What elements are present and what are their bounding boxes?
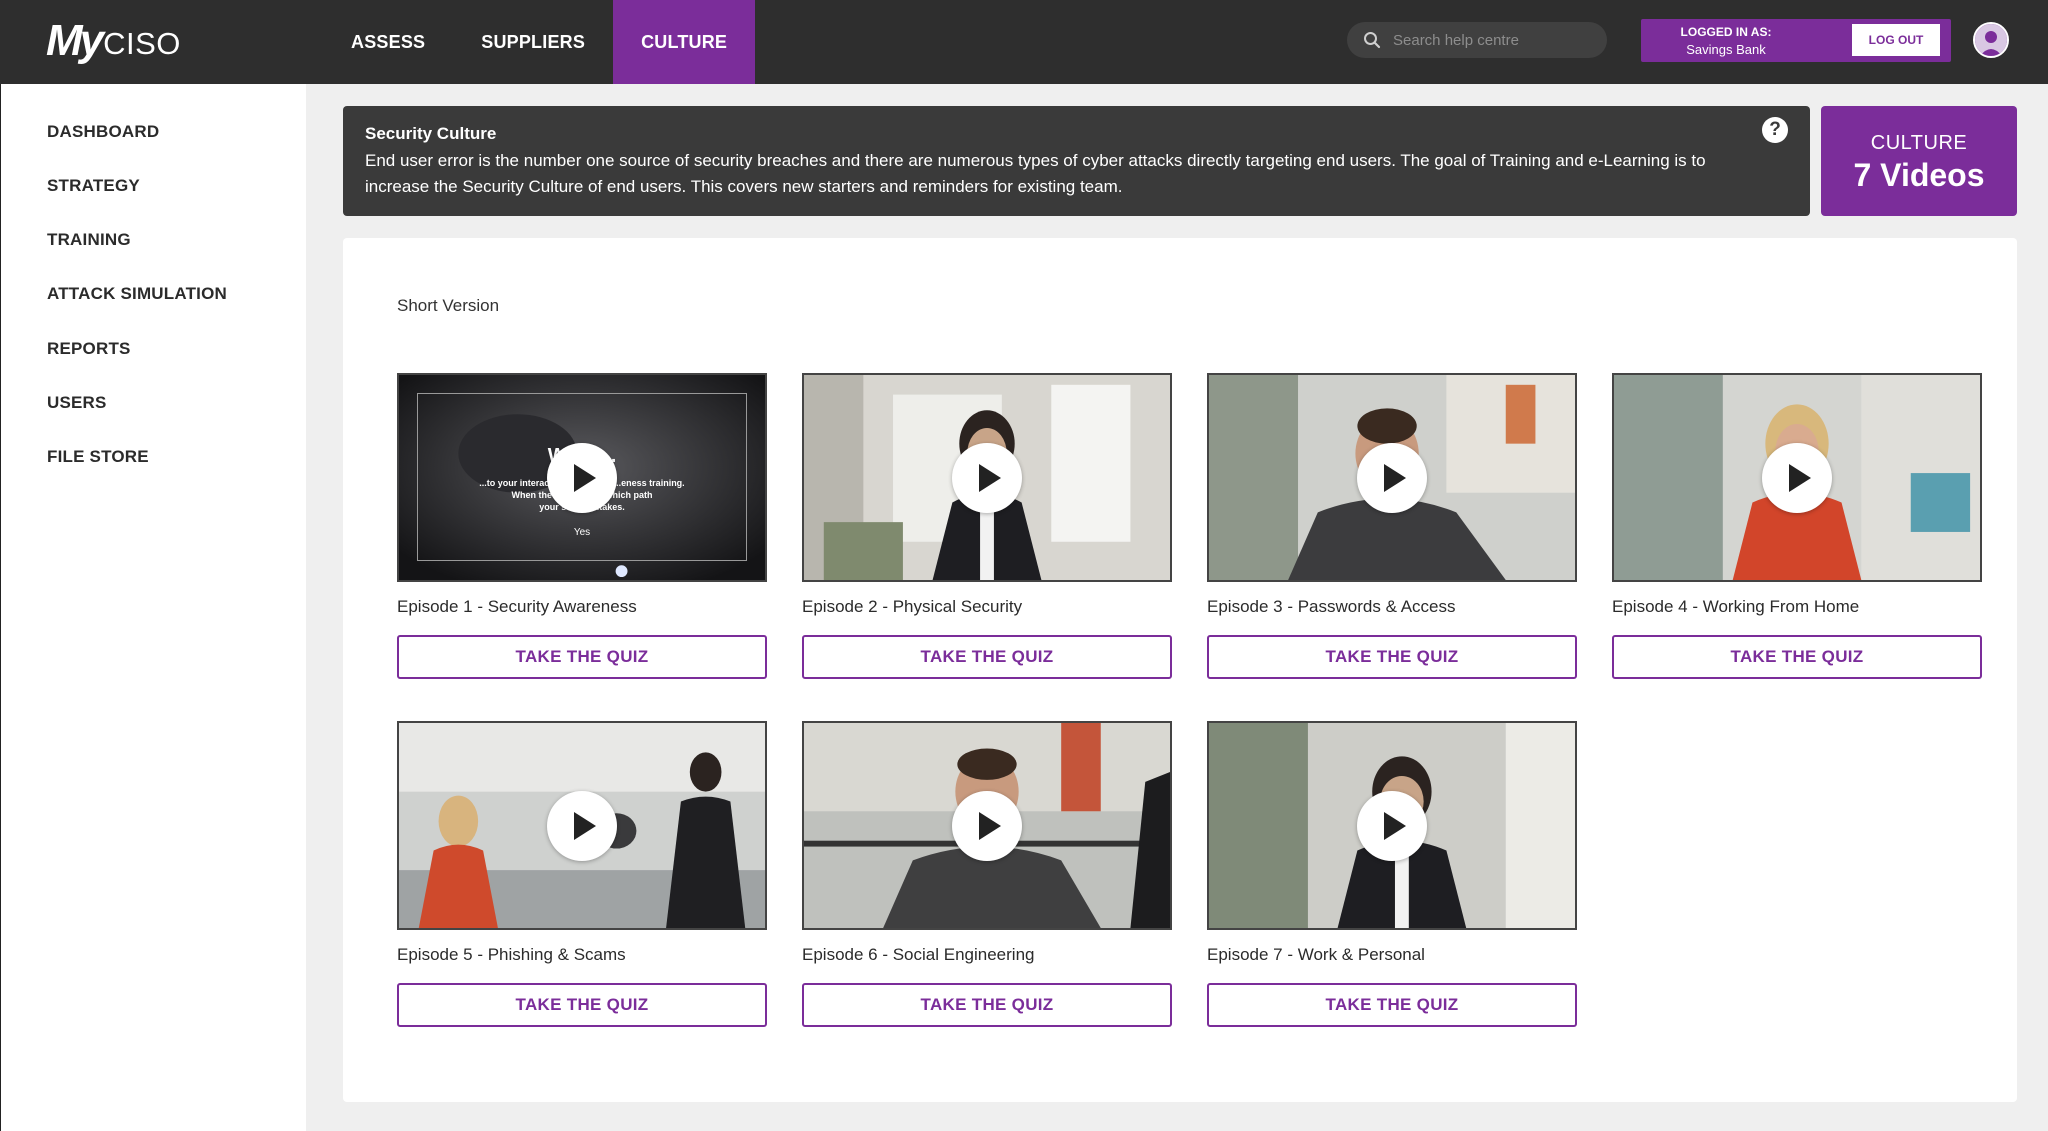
episode-title[interactable]: Episode 6 - Social Engineering <box>802 945 1172 967</box>
account-box: LOGGED IN AS: Savings Bank LOG OUT <box>1641 19 1951 62</box>
search-input[interactable] <box>1393 31 1593 49</box>
sidebar-item-reports[interactable]: REPORTS <box>47 339 131 359</box>
myciso-logo[interactable]: My CISO <box>46 16 181 65</box>
video-thumbnail[interactable] <box>802 721 1172 930</box>
user-avatar-icon <box>1975 24 2007 56</box>
avatar[interactable] <box>1973 22 2009 58</box>
top-bar: My CISO ASSESS SUPPLIERS CULTURE LOGGED … <box>0 0 2048 84</box>
play-icon[interactable] <box>547 790 617 861</box>
episode-title[interactable]: Episode 4 - Working From Home <box>1612 597 1982 619</box>
sidebar: DASHBOARD STRATEGY TRAINING ATTACK SIMUL… <box>0 84 306 1131</box>
take-quiz-button[interactable]: TAKE THE QUIZ <box>397 983 767 1027</box>
video-card: Episode 2 - Physical Security TAKE THE Q… <box>802 373 1172 679</box>
take-quiz-button[interactable]: TAKE THE QUIZ <box>397 635 767 679</box>
sidebar-item-training[interactable]: TRAINING <box>47 230 131 250</box>
take-quiz-button[interactable]: TAKE THE QUIZ <box>1612 635 1982 679</box>
sidebar-item-attack-simulation[interactable]: ATTACK SIMULATION <box>47 284 227 304</box>
take-quiz-button[interactable]: TAKE THE QUIZ <box>1207 983 1577 1027</box>
video-count-badge: CULTURE 7 Videos <box>1821 106 2017 216</box>
info-description: End user error is the number one source … <box>365 151 1706 196</box>
take-quiz-button[interactable]: TAKE THE QUIZ <box>1207 635 1577 679</box>
video-panel: Short Version We... ... ...to your inter… <box>343 238 2017 1102</box>
section-title: Short Version <box>397 296 500 315</box>
play-icon[interactable] <box>952 790 1022 861</box>
play-icon[interactable] <box>547 442 617 513</box>
video-card: Episode 6 - Social Engineering TAKE THE … <box>802 721 1172 1027</box>
search-box <box>1347 22 1607 58</box>
counter-value: 7 Videos <box>1853 157 1985 193</box>
logged-in-info: LOGGED IN AS: Savings Bank <box>1671 23 1781 59</box>
video-card: Episode 7 - Work & Personal TAKE THE QUI… <box>1207 721 1577 1027</box>
nav-suppliers[interactable]: SUPPLIERS <box>453 0 613 84</box>
help-icon[interactable]: ? <box>1762 117 1788 143</box>
episode-title[interactable]: Episode 7 - Work & Personal <box>1207 945 1577 967</box>
video-card: We... ... ...to your interact... ...secu… <box>397 373 767 679</box>
episode-title[interactable]: Episode 1 - Security Awareness <box>397 597 767 619</box>
video-thumbnail[interactable] <box>1207 721 1577 930</box>
org-name: Savings Bank <box>1686 42 1766 57</box>
search-icon <box>1364 32 1381 49</box>
video-thumbnail[interactable] <box>802 373 1172 582</box>
logo-ciso: CISO <box>103 26 181 61</box>
logo-my: My <box>46 16 104 65</box>
play-icon[interactable] <box>1357 442 1427 513</box>
nav-culture[interactable]: CULTURE <box>613 0 756 84</box>
play-icon[interactable] <box>1357 790 1427 861</box>
sidebar-item-dashboard[interactable]: DASHBOARD <box>47 122 159 142</box>
sidebar-item-users[interactable]: USERS <box>47 393 107 413</box>
video-card: Episode 5 - Phishing & Scams TAKE THE QU… <box>397 721 767 1027</box>
video-thumbnail[interactable] <box>1207 373 1577 582</box>
video-thumbnail[interactable] <box>1612 373 1982 582</box>
take-quiz-button[interactable]: TAKE THE QUIZ <box>802 635 1172 679</box>
logout-button[interactable]: LOG OUT <box>1852 24 1940 56</box>
frame-yes-option: Yes <box>573 527 591 538</box>
video-thumbnail[interactable]: We... ... ...to your interact... ...secu… <box>397 373 767 582</box>
nav-assess[interactable]: ASSESS <box>323 0 453 84</box>
logged-in-label: LOGGED IN AS: <box>1680 25 1772 39</box>
info-banner: Security Culture End user error is the n… <box>343 106 1810 216</box>
episode-title[interactable]: Episode 3 - Passwords & Access <box>1207 597 1577 619</box>
episode-title[interactable]: Episode 2 - Physical Security <box>802 597 1172 619</box>
take-quiz-button[interactable]: TAKE THE QUIZ <box>802 983 1172 1027</box>
main-nav: ASSESS SUPPLIERS CULTURE <box>323 0 756 84</box>
info-title: Security Culture <box>365 124 497 143</box>
sidebar-item-strategy[interactable]: STRATEGY <box>47 176 140 196</box>
video-card: Episode 3 - Passwords & Access TAKE THE … <box>1207 373 1577 679</box>
play-icon[interactable] <box>952 442 1022 513</box>
play-icon[interactable] <box>1762 442 1832 513</box>
video-thumbnail[interactable] <box>397 721 767 930</box>
episode-title[interactable]: Episode 5 - Phishing & Scams <box>397 945 767 967</box>
counter-title: CULTURE <box>1870 132 1968 154</box>
sidebar-item-file-store[interactable]: FILE STORE <box>47 447 149 467</box>
video-card: Episode 4 - Working From Home TAKE THE Q… <box>1612 373 1982 679</box>
